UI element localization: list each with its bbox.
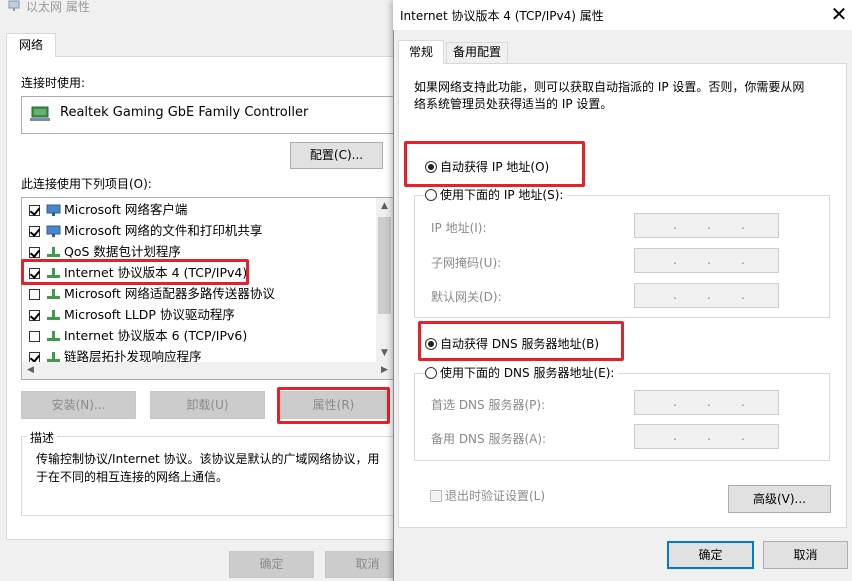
- network-adapter-icon: [8, 0, 20, 11]
- file-sharing-icon: [46, 225, 61, 237]
- eth-ok-button[interactable]: 确定: [229, 551, 314, 578]
- vertical-scroll-thumb[interactable]: [378, 217, 391, 314]
- item-label: Microsoft 网络的文件和打印机共享: [64, 223, 263, 238]
- auto-dns-radio[interactable]: 自动获得 DNS 服务器地址(B): [425, 337, 604, 351]
- protocol-icon: [47, 247, 60, 257]
- item-label: Microsoft 网络客户端: [64, 202, 188, 217]
- scroll-up-icon[interactable]: ▲: [376, 198, 393, 215]
- uninstall-button[interactable]: 卸载(U): [150, 391, 265, 419]
- ipv4-cancel-button[interactable]: 取消: [763, 541, 848, 569]
- item-checkbox[interactable]: [29, 226, 40, 237]
- configure-button[interactable]: 配置(C)...: [290, 142, 383, 169]
- item-checkbox[interactable]: [29, 289, 40, 300]
- items-label: 此连接使用下列项目(O):: [21, 177, 152, 191]
- protocol-icon: [47, 310, 60, 320]
- manual-ip-radio[interactable]: 使用下面的 IP 地址(S):: [425, 188, 568, 202]
- adapter-name: Realtek Gaming GbE Family Controller: [60, 105, 309, 120]
- network-card-icon: [30, 106, 50, 121]
- connect-using-label: 连接时使用:: [21, 76, 86, 90]
- item-label: Internet 协议版本 4 (TCP/IPv4): [64, 265, 248, 280]
- default-gateway-field[interactable]: ...: [634, 283, 779, 308]
- horizontal-scrollbar[interactable]: ◀ ▶: [22, 362, 393, 379]
- item-checkbox[interactable]: [29, 310, 40, 321]
- radio-selected-icon: [425, 161, 437, 173]
- item-label: Microsoft LLDP 协议驱动程序: [64, 307, 235, 322]
- close-icon[interactable]: ✕: [826, 2, 852, 28]
- item-label: Internet 协议版本 6 (TCP/IPv6): [64, 328, 248, 343]
- properties-button[interactable]: 属性(R): [280, 391, 387, 419]
- network-client-icon: [46, 204, 61, 216]
- tab-network[interactable]: 网络: [6, 33, 56, 57]
- item-checkbox[interactable]: [29, 247, 40, 258]
- scroll-left-icon[interactable]: ◀: [22, 362, 39, 379]
- install-button[interactable]: 安装(N)...: [21, 391, 136, 419]
- ipv4-intro-text: 如果网络支持此功能，则可以获取自动指派的 IP 设置。否则，你需要从网络系统管理…: [414, 80, 805, 111]
- adapter-display: Realtek Gaming GbE Family Controller: [21, 96, 394, 134]
- alternate-dns-field[interactable]: ...: [634, 424, 779, 449]
- description-text: 传输控制协议/Internet 协议。该协议是默认的广域网络协议，用于在不同的相…: [36, 452, 380, 484]
- ipv4-window-title: Internet 协议版本 4 (TCP/IPv4) 属性: [400, 9, 604, 23]
- scroll-down-icon[interactable]: ▼: [376, 345, 393, 362]
- protocol-icon: [47, 331, 60, 341]
- item-checkbox[interactable]: [29, 268, 40, 279]
- subnet-mask-field[interactable]: ...: [634, 248, 779, 273]
- preferred-dns-label: 首选 DNS 服务器(P):: [431, 398, 546, 412]
- tab-general[interactable]: 常规: [398, 40, 444, 64]
- manual-dns-radio[interactable]: 使用下面的 DNS 服务器地址(E):: [425, 366, 619, 380]
- checkbox-icon: [430, 490, 442, 502]
- ipv4-ok-button[interactable]: 确定: [667, 541, 754, 569]
- ip-address-label: IP 地址(I):: [431, 221, 487, 235]
- scroll-right-icon[interactable]: ▶: [376, 362, 393, 379]
- validate-on-exit-checkbox[interactable]: 退出时验证设置(L): [430, 487, 545, 504]
- auto-dns-label: 自动获得 DNS 服务器地址(B): [440, 337, 600, 351]
- manual-dns-label: 使用下面的 DNS 服务器地址(E):: [440, 366, 615, 380]
- radio-unselected-icon: [425, 189, 437, 201]
- ethernet-title-text: 以太网 属性: [26, 0, 90, 14]
- tab-alternate-configuration[interactable]: 备用配置: [446, 42, 508, 63]
- advanced-button[interactable]: 高级(V)...: [728, 485, 831, 513]
- auto-ip-radio[interactable]: 自动获得 IP 地址(O): [425, 160, 554, 174]
- manual-ip-label: 使用下面的 IP 地址(S):: [440, 188, 564, 202]
- preferred-dns-field[interactable]: ...: [634, 390, 779, 415]
- ip-address-field[interactable]: ...: [634, 213, 779, 238]
- alternate-dns-label: 备用 DNS 服务器(A):: [431, 432, 547, 446]
- item-label: Microsoft 网络适配器多路传送器协议: [64, 286, 275, 301]
- item-label: QoS 数据包计划程序: [64, 244, 181, 259]
- auto-ip-label: 自动获得 IP 地址(O): [440, 160, 550, 174]
- radio-unselected-icon: [425, 367, 437, 379]
- default-gateway-label: 默认网关(D):: [431, 290, 502, 304]
- item-checkbox[interactable]: [29, 205, 40, 216]
- subnet-mask-label: 子网掩码(U):: [431, 256, 502, 270]
- protocol-icon: [47, 268, 60, 278]
- ethernet-window-title: 以太网 属性: [8, 0, 90, 16]
- connection-items-list[interactable]: Microsoft 网络客户端 Microsoft 网络的文件和打印机共享 Qo…: [21, 197, 394, 380]
- protocol-icon: [47, 289, 60, 299]
- validate-label: 退出时验证设置(L): [445, 489, 546, 503]
- description-title: 描述: [27, 429, 58, 446]
- radio-selected-icon: [425, 338, 437, 350]
- item-checkbox[interactable]: [29, 331, 40, 342]
